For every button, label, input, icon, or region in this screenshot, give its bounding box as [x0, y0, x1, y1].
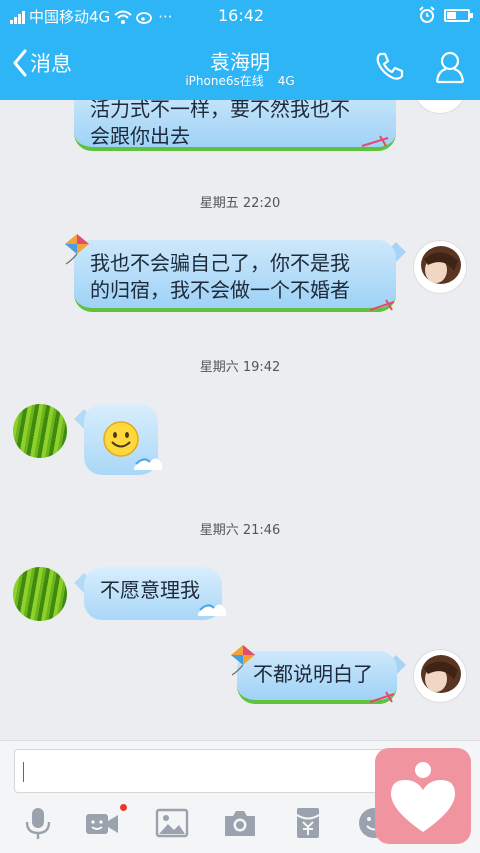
heart-icon	[391, 762, 455, 832]
chat-header: 消息 袁海明 iPhone6s在线 4G	[0, 32, 480, 100]
more-notifications: ···	[158, 7, 173, 26]
kite-icon	[231, 645, 255, 676]
text-caret	[23, 762, 24, 782]
avatar-contact[interactable]	[13, 404, 67, 458]
bubble-decoration-icon	[369, 299, 395, 311]
avatar-contact[interactable]	[13, 567, 67, 621]
message-timestamp: 星期六 19:42	[199, 360, 281, 375]
signal-icon	[10, 10, 25, 24]
message-text: 不都说明白了	[253, 662, 373, 686]
weibo-icon	[136, 11, 153, 24]
microphone-icon[interactable]	[20, 805, 56, 841]
video-icon[interactable]	[84, 805, 120, 841]
message-text: 活力式不一样，要不然我也不	[90, 100, 350, 121]
phone-icon[interactable]	[374, 50, 406, 82]
contact-status: iPhone6s在线 4G	[0, 72, 480, 89]
wifi-icon	[114, 10, 132, 24]
message-bubble-outgoing[interactable]: 活力式不一样，要不然我也不 会跟你出去	[74, 100, 396, 151]
status-time: 16:42	[218, 6, 265, 25]
carrier-label: 中国移动4G	[29, 8, 111, 26]
avatar-image	[421, 246, 461, 284]
camera-icon[interactable]	[222, 805, 258, 841]
profile-icon[interactable]	[434, 50, 466, 84]
wave-decoration-icon	[134, 458, 162, 470]
device-status: iPhone6s在线	[185, 74, 264, 88]
image-icon[interactable]	[154, 805, 190, 841]
notification-dot	[120, 804, 127, 811]
message-text: 的归宿，我不会做一个不婚者	[90, 278, 350, 302]
bubble-decoration-icon	[369, 691, 395, 703]
message-text: 会跟你出去	[90, 124, 190, 148]
floating-shortcut-button[interactable]	[375, 748, 471, 844]
message-timestamp: 星期六 21:46	[199, 523, 281, 538]
avatar-self[interactable]	[413, 100, 467, 114]
message-text: 不愿意理我	[100, 578, 200, 602]
kite-icon	[65, 234, 89, 265]
avatar-image	[421, 655, 461, 693]
message-bubble-outgoing[interactable]: 我也不会骗自己了，你不是我 的归宿，我不会做一个不婚者	[74, 240, 396, 312]
status-bar: 中国移动4G ··· 16:42	[0, 0, 480, 32]
message-text: 我也不会骗自己了，你不是我	[90, 251, 350, 275]
alarm-icon	[419, 6, 435, 23]
battery-icon	[444, 8, 473, 22]
wave-decoration-icon	[198, 604, 226, 616]
avatar-self[interactable]	[413, 240, 467, 294]
chat-area[interactable]: 活力式不一样，要不然我也不 会跟你出去 星期五 22:20 我也不会骗自己了，你…	[0, 100, 480, 740]
contact-name: 袁海明	[210, 50, 270, 74]
message-timestamp: 星期五 22:20	[199, 196, 281, 211]
red-packet-icon[interactable]	[290, 805, 326, 841]
network-label: 4G	[277, 74, 295, 88]
avatar-self[interactable]	[413, 649, 467, 703]
bubble-decoration-icon	[361, 135, 389, 147]
